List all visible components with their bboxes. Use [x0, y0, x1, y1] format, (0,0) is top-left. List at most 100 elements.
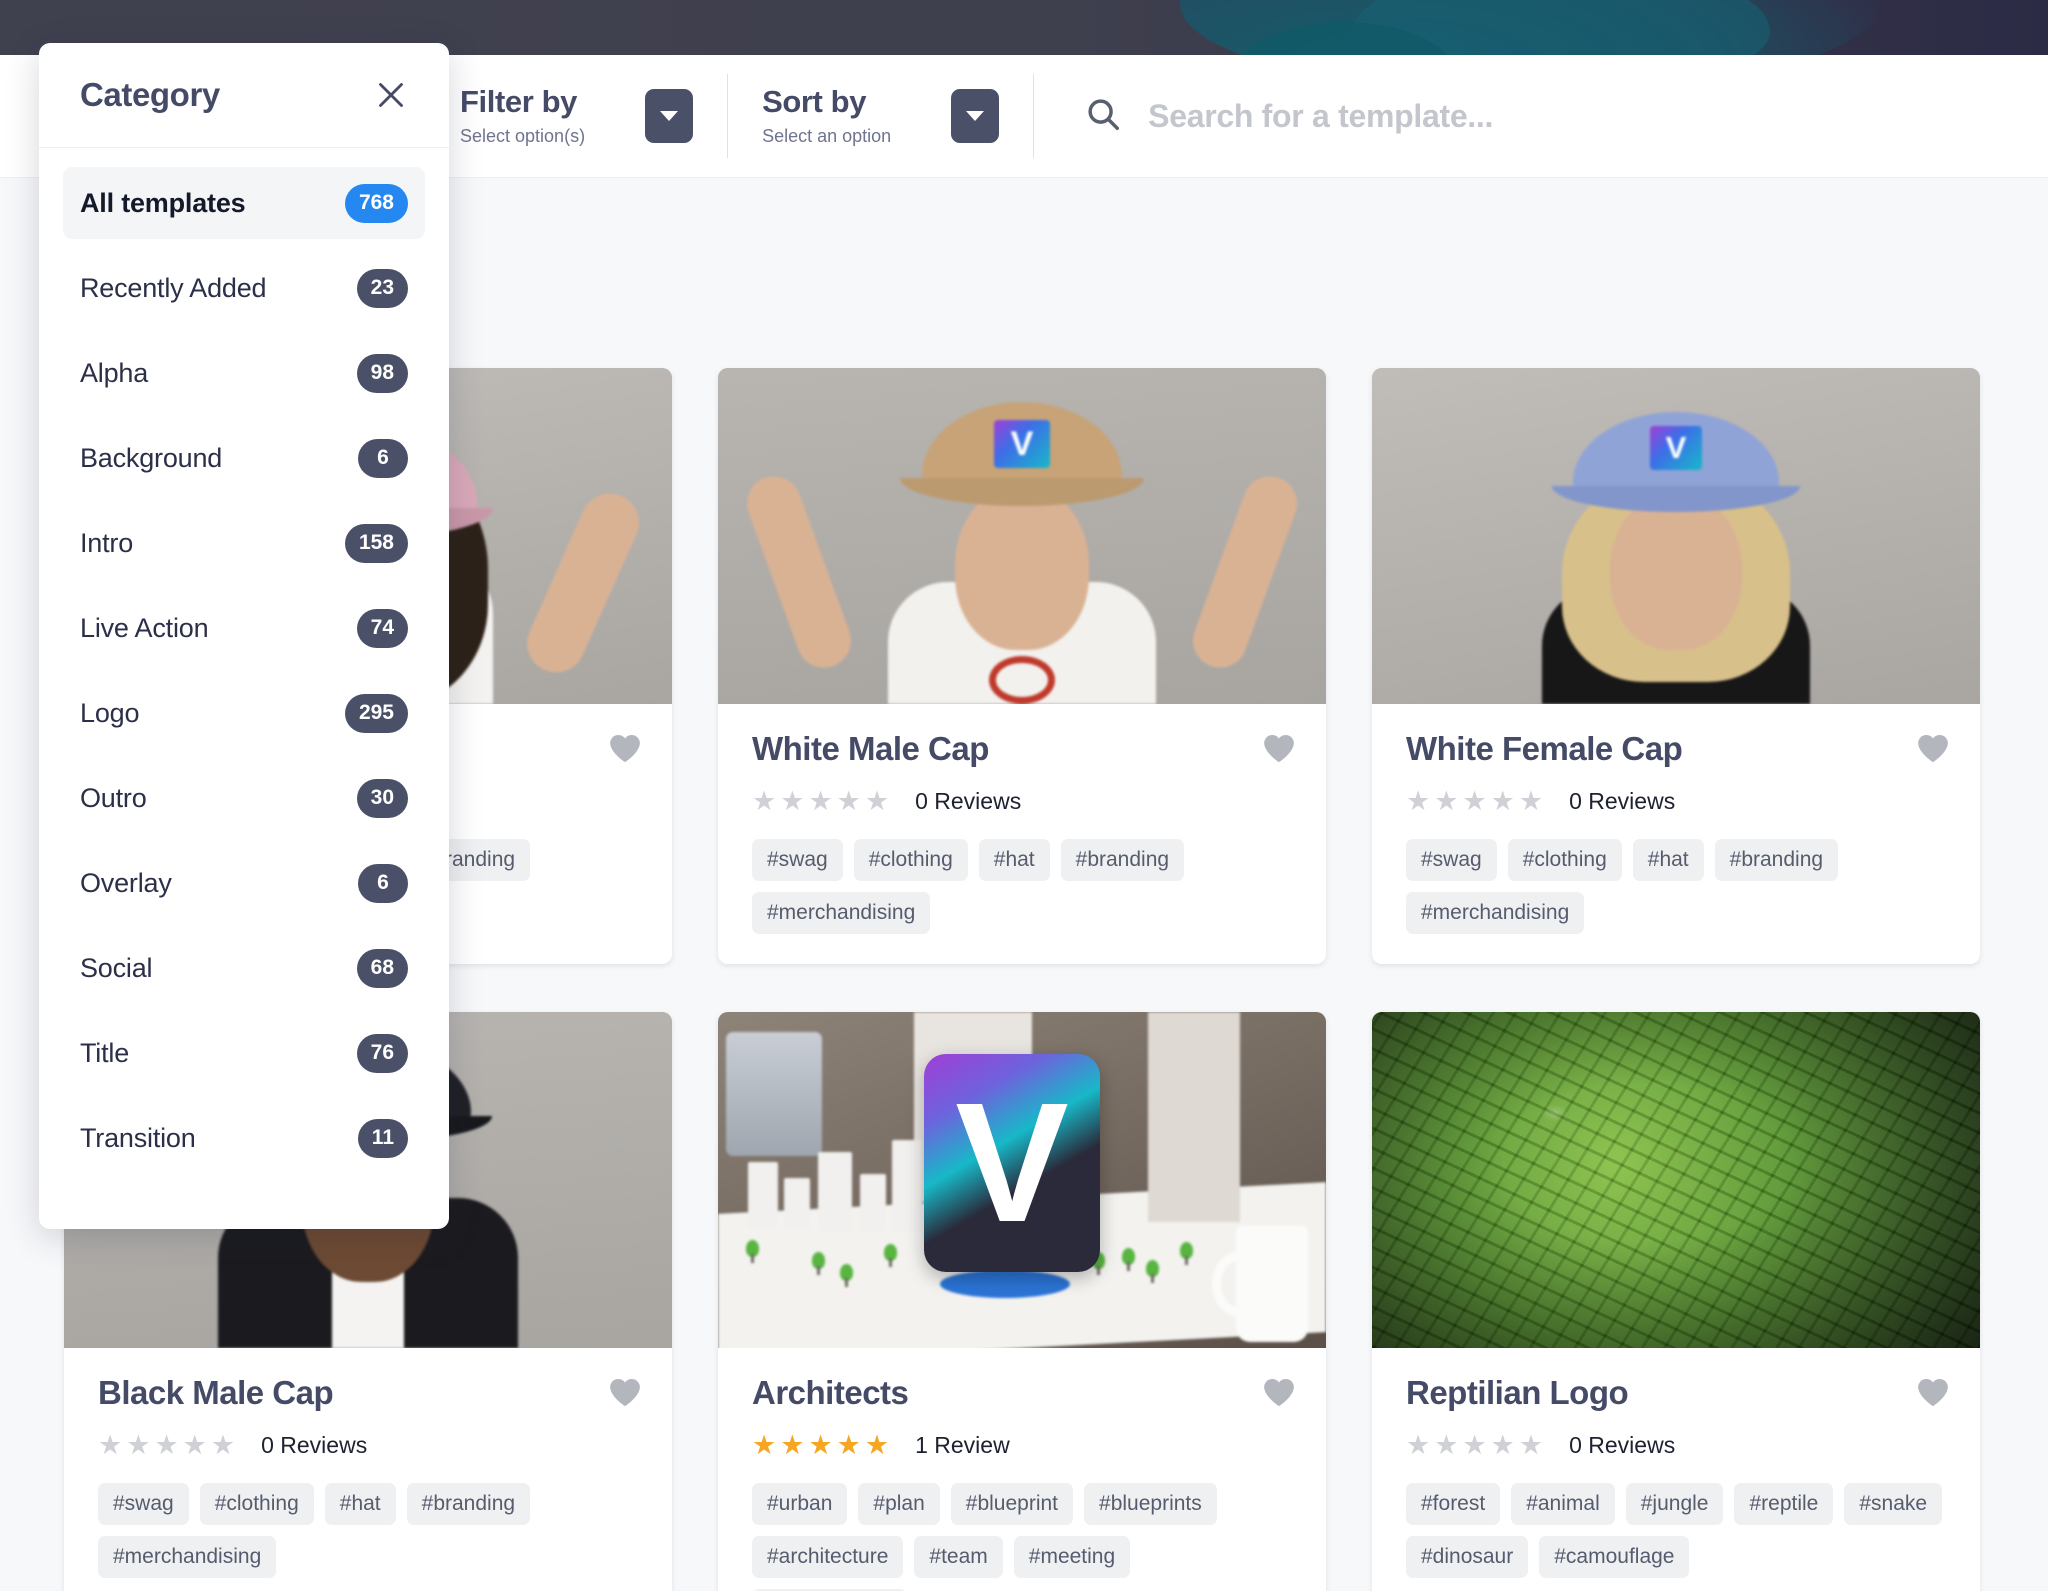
v-logo-icon: V: [924, 1053, 1100, 1272]
template-card[interactable]: V Architects ★ ★ ★ ★ ★ 1 Review #urban #…: [718, 1011, 1326, 1591]
category-item-social[interactable]: Social 68: [63, 932, 425, 1004]
tag[interactable]: #clothing: [1507, 838, 1622, 881]
tag[interactable]: #branding: [406, 1482, 531, 1525]
star-icon: ★: [154, 1429, 179, 1460]
tag-list: #urban #plan #blueprint #blueprints #arc…: [752, 1482, 1292, 1591]
category-item-title[interactable]: Title 76: [63, 1017, 425, 1089]
template-title: Architects: [752, 1373, 909, 1411]
tag[interactable]: #urban: [752, 1482, 848, 1525]
tag[interactable]: #meeting: [1013, 1535, 1131, 1578]
category-count-badge: 76: [356, 1033, 408, 1073]
favorite-heart-icon[interactable]: [1262, 732, 1296, 768]
category-item-logo[interactable]: Logo 295: [63, 677, 425, 749]
category-count-badge: 6: [358, 438, 408, 478]
tag[interactable]: #camouflage: [1539, 1535, 1690, 1578]
category-item-recently-added[interactable]: Recently Added 23: [63, 252, 425, 324]
template-card-body: White Male Cap ★ ★ ★ ★ ★ 0 Reviews #swag…: [718, 704, 1326, 964]
category-item-transition[interactable]: Transition 11: [63, 1102, 425, 1174]
favorite-heart-icon[interactable]: [608, 1376, 642, 1412]
review-count: 0 Reviews: [915, 787, 1022, 814]
tag[interactable]: #branding: [1060, 838, 1185, 881]
tag-list: #swag #clothing #hat #branding #merchand…: [752, 838, 1292, 934]
tag[interactable]: #merchandising: [1406, 891, 1585, 934]
tag[interactable]: #blueprints: [1084, 1482, 1217, 1525]
star-rating: ★ ★ ★ ★ ★: [98, 1429, 235, 1460]
tag-list: #swag #clothing #hat #branding #merchand…: [1406, 838, 1946, 934]
star-icon: ★: [126, 1429, 151, 1460]
star-icon: ★: [1406, 785, 1431, 816]
category-item-overlay[interactable]: Overlay 6: [63, 847, 425, 919]
favorite-heart-icon[interactable]: [1916, 1376, 1950, 1412]
sort-by-group[interactable]: Sort by Select an option: [728, 74, 1033, 158]
template-card[interactable]: Reptilian Logo ★ ★ ★ ★ ★ 0 Reviews #fore…: [1372, 1011, 1980, 1591]
star-rating: ★ ★ ★ ★ ★: [1406, 1429, 1544, 1460]
category-label: Logo: [80, 697, 140, 728]
template-card[interactable]: V White Male Cap ★ ★ ★ ★ ★ 0 Reviews #sw…: [718, 368, 1326, 964]
search-icon: [1084, 95, 1122, 138]
category-item-outro[interactable]: Outro 30: [63, 762, 425, 834]
search-input[interactable]: [1148, 97, 2016, 135]
tag[interactable]: #architecture: [752, 1535, 904, 1578]
tag[interactable]: #hat: [324, 1482, 396, 1525]
star-icon: ★: [1518, 1429, 1544, 1460]
tag[interactable]: #branding: [1714, 838, 1839, 881]
star-icon: ★: [1462, 1429, 1487, 1460]
category-item-live-action[interactable]: Live Action 74: [63, 592, 425, 664]
tag[interactable]: #swag: [1406, 838, 1497, 881]
tag[interactable]: #hat: [1632, 838, 1704, 881]
category-label: Background: [80, 442, 223, 473]
template-thumbnail[interactable]: V: [718, 1011, 1326, 1348]
template-card-body: White Female Cap ★ ★ ★ ★ ★ 0 Reviews #sw…: [1372, 704, 1980, 964]
star-icon: ★: [1434, 1429, 1459, 1460]
tag[interactable]: #reptile: [1734, 1482, 1834, 1525]
tag[interactable]: #team: [914, 1535, 1003, 1578]
star-icon: ★: [780, 785, 805, 816]
category-item-all-templates[interactable]: All templates 768: [63, 167, 425, 239]
template-thumbnail[interactable]: [1372, 1011, 1980, 1348]
star-icon: ★: [808, 1429, 833, 1460]
favorite-heart-icon[interactable]: [608, 732, 642, 768]
filter-by-dropdown-button[interactable]: [645, 89, 694, 143]
tag[interactable]: #animal: [1511, 1482, 1615, 1525]
tag[interactable]: #jungle: [1625, 1482, 1724, 1525]
sort-by-subtitle: Select an option: [762, 126, 892, 147]
category-label: Outro: [80, 782, 147, 813]
category-item-background[interactable]: Background 6: [63, 422, 425, 494]
tag[interactable]: #blueprint: [950, 1482, 1074, 1525]
tag[interactable]: #hat: [978, 838, 1050, 881]
category-count-badge: 158: [344, 523, 408, 563]
template-thumbnail[interactable]: V: [718, 368, 1326, 704]
tag[interactable]: #snake: [1844, 1482, 1943, 1525]
app-root: Filter by Select option(s) Sort by Selec…: [0, 0, 2048, 1591]
close-icon[interactable]: [373, 77, 409, 113]
tag[interactable]: #clothing: [199, 1482, 314, 1525]
tag[interactable]: #clothing: [853, 838, 968, 881]
category-item-intro[interactable]: Intro 158: [63, 507, 425, 579]
template-card-body: Architects ★ ★ ★ ★ ★ 1 Review #urban #pl…: [718, 1348, 1326, 1591]
star-icon: ★: [1462, 785, 1487, 816]
tag[interactable]: #forest: [1406, 1482, 1501, 1525]
template-card[interactable]: V White Female Cap ★ ★ ★ ★ ★ 0 Reviews #…: [1372, 368, 1980, 964]
star-rating: ★ ★ ★ ★ ★: [752, 1429, 890, 1460]
star-icon: ★: [864, 1429, 890, 1460]
tag[interactable]: #merchandising: [98, 1535, 277, 1578]
favorite-heart-icon[interactable]: [1262, 1376, 1296, 1412]
search-area[interactable]: [1034, 74, 2048, 158]
category-count-badge: 11: [357, 1118, 408, 1158]
category-label: Social: [80, 952, 153, 983]
template-card-body: Black Male Cap ★ ★ ★ ★ ★ 0 Reviews #swag…: [64, 1348, 672, 1591]
category-label: Recently Added: [80, 272, 267, 303]
tag[interactable]: #swag: [752, 838, 843, 881]
template-thumbnail[interactable]: V: [1372, 368, 1980, 704]
favorite-heart-icon[interactable]: [1916, 732, 1950, 768]
tag[interactable]: #swag: [98, 1482, 189, 1525]
tag[interactable]: #plan: [858, 1482, 940, 1525]
review-count: 0 Reviews: [261, 1431, 368, 1458]
category-label: Alpha: [80, 357, 149, 388]
sort-by-dropdown-button[interactable]: [951, 89, 1000, 143]
category-item-alpha[interactable]: Alpha 98: [63, 337, 425, 409]
tag[interactable]: #dinosaur: [1406, 1535, 1529, 1578]
star-icon: ★: [752, 1429, 777, 1460]
tag[interactable]: #merchandising: [752, 891, 931, 934]
template-title: Reptilian Logo: [1406, 1373, 1629, 1411]
